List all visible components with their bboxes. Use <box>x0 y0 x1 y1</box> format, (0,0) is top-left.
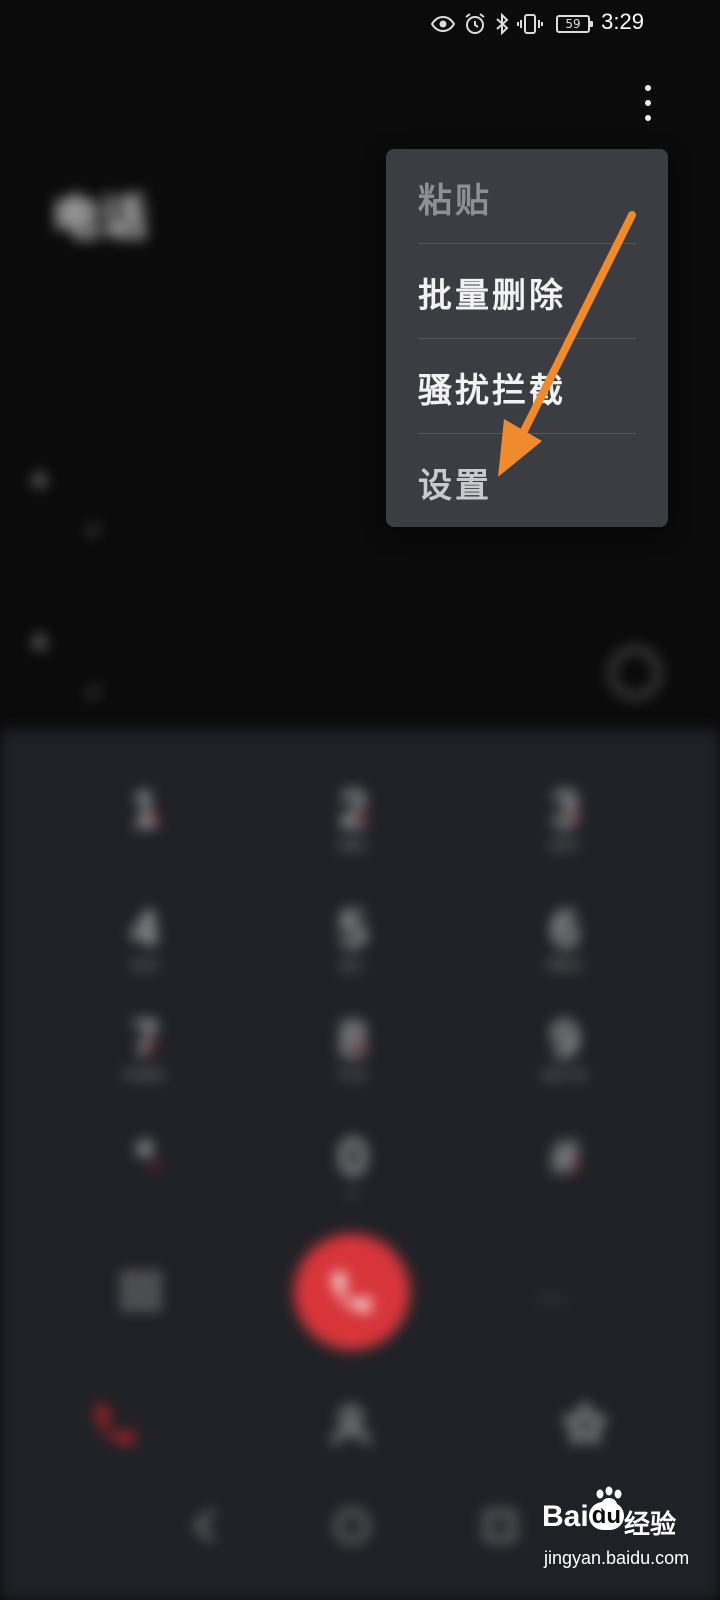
missed-call-icon: ↙ <box>86 516 103 540</box>
watermark-url: jingyan.baidu.com <box>544 1548 690 1568</box>
alarm-icon <box>463 12 487 36</box>
dialpad-key-star[interactable]: * <box>80 1128 210 1228</box>
bluetooth-icon <box>494 12 510 36</box>
tab-phone[interactable] <box>60 1400 170 1454</box>
phone-screen: 电话 ▲ ↙ ▲ ↙ 1 2 ABC 3 DEF 4 GHI 5 JKL 6 M… <box>0 0 720 1600</box>
status-time: 3:29 <box>601 9 644 34</box>
dialpad-key-hash[interactable]: # <box>500 1128 630 1228</box>
status-icons: 59 <box>430 8 593 40</box>
phone-icon <box>327 1267 377 1321</box>
dialpad-key-1[interactable]: 1 <box>80 780 210 880</box>
missed-call-icon: ↙ <box>86 678 103 702</box>
nav-recents-button[interactable] <box>478 1504 522 1552</box>
more-options-icon[interactable]: ··· <box>538 1286 567 1314</box>
dialpad-toggle-icon[interactable] <box>118 1268 164 1318</box>
expand-icon[interactable]: ▲ <box>32 464 47 488</box>
call-info-icon[interactable] <box>610 648 660 698</box>
tab-favorites[interactable] <box>530 1400 640 1454</box>
watermark-subtitle: 经验 <box>624 1510 677 1540</box>
call-button[interactable] <box>294 1234 410 1350</box>
battery-icon: 59 <box>556 15 593 33</box>
dialpad-key-3[interactable]: 3 DEF <box>500 780 630 880</box>
status-bar: 59 3:29 <box>0 0 720 48</box>
dialpad-key-5[interactable]: 5 JKL <box>288 900 418 1000</box>
vibrate-icon <box>517 12 543 36</box>
dialpad-key-7[interactable]: 7 PQRS <box>80 1010 210 1110</box>
annotation-arrow-icon <box>480 205 650 489</box>
paw-icon <box>592 1486 626 1518</box>
tab-contacts[interactable] <box>296 1400 406 1454</box>
contacts-icon <box>332 1406 370 1444</box>
dialpad-key-2[interactable]: 2 ABC <box>288 780 418 880</box>
phone-icon <box>96 1406 134 1444</box>
dialpad-key-0[interactable]: 0 + <box>288 1128 418 1228</box>
nav-home-button[interactable] <box>330 1504 374 1552</box>
eye-comfort-icon <box>430 13 456 35</box>
favorites-icon <box>562 1401 608 1445</box>
dialpad-key-6[interactable]: 6 MNO <box>500 900 630 1000</box>
dialpad-key-9[interactable]: 9 WXYZ <box>500 1010 630 1110</box>
nav-back-button[interactable] <box>184 1504 228 1552</box>
dialpad-key-4[interactable]: 4 GHI <box>80 900 210 1000</box>
expand-icon[interactable]: ▲ <box>32 626 47 650</box>
baidu-jingyan-watermark: Bai du 经验 jingyan.baidu.com <box>540 1486 712 1592</box>
more-vert-icon <box>645 85 651 91</box>
page-title: 电话 <box>52 190 149 246</box>
dialpad-key-8[interactable]: 8 TUV <box>288 1010 418 1110</box>
more-menu-button[interactable] <box>630 80 666 126</box>
